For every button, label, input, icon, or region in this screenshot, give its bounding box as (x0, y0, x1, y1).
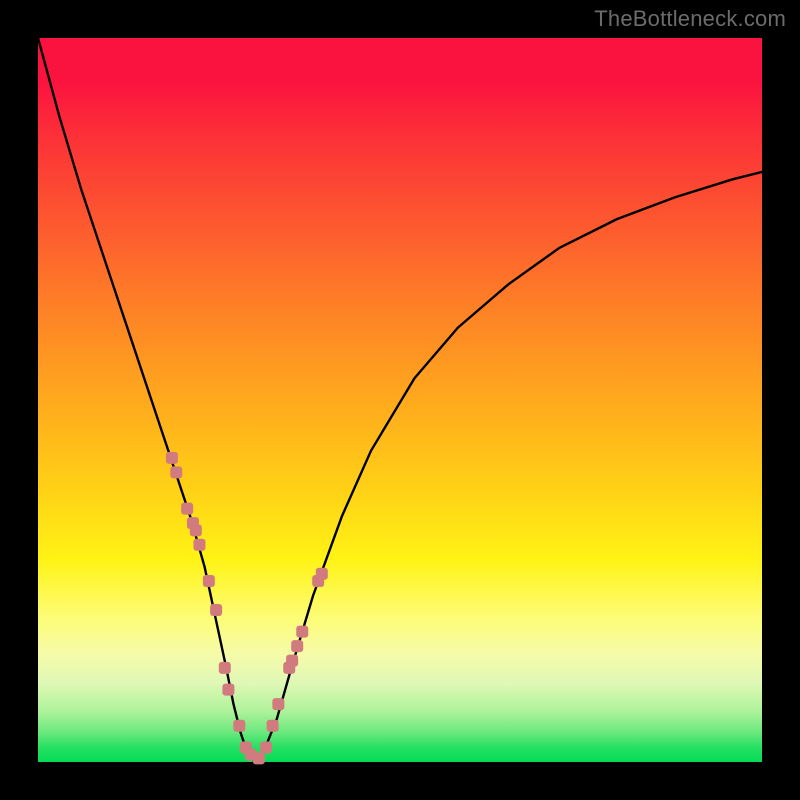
marker (190, 524, 202, 536)
marker (233, 720, 245, 732)
watermark-text: TheBottleneck.com (594, 6, 786, 32)
marker (170, 466, 182, 478)
marker (166, 452, 178, 464)
bottleneck-curve (38, 38, 762, 762)
marker (296, 626, 308, 638)
marker (291, 640, 303, 652)
chart-frame: TheBottleneck.com (0, 0, 800, 800)
marker (219, 662, 231, 674)
marker (222, 684, 234, 696)
plot-area (38, 38, 762, 762)
curve-layer (38, 38, 762, 762)
marker (203, 575, 215, 587)
marker (272, 698, 284, 710)
marker (267, 720, 279, 732)
marker (210, 604, 222, 616)
marker (253, 752, 265, 764)
marker (181, 503, 193, 515)
marker (193, 539, 205, 551)
marker (316, 568, 328, 580)
marker (260, 742, 272, 754)
marker (286, 655, 298, 667)
data-markers (166, 452, 328, 764)
